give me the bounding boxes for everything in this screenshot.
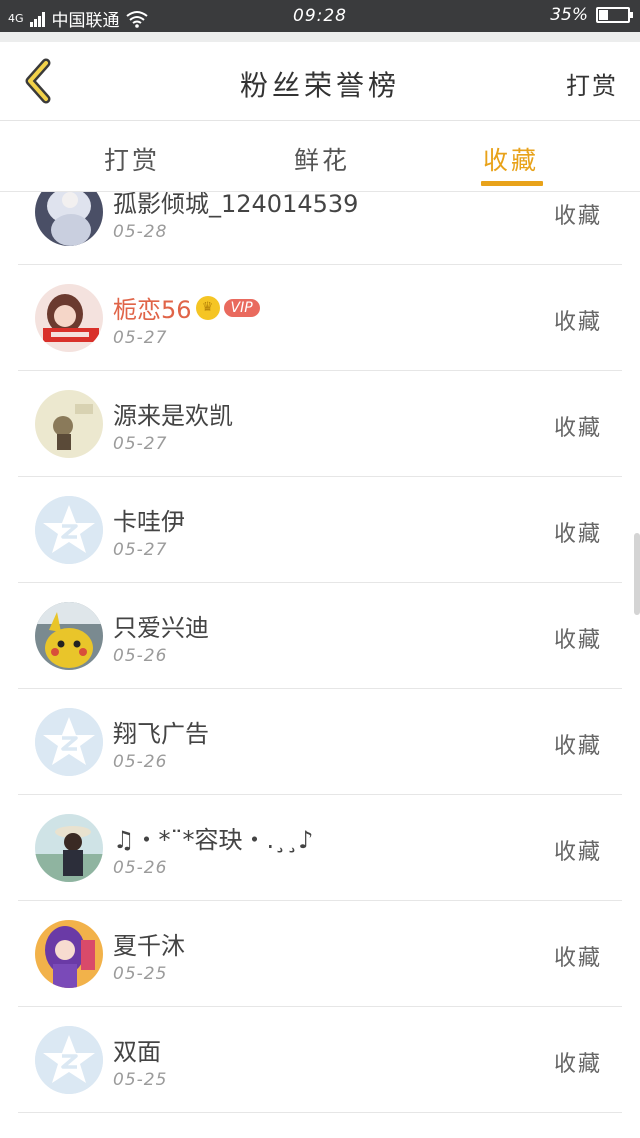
- user-name: 夏千沐: [113, 926, 185, 961]
- entry-action-label: 收藏: [553, 310, 602, 335]
- tab-bar: 打赏 鲜花 收藏: [0, 121, 640, 192]
- list-item[interactable]: 只爱兴迪 05-26 收藏: [18, 583, 622, 689]
- status-bar: 4G 中国联通 09:28 35%: [0, 0, 640, 32]
- fan-list[interactable]: 孤影倾城_124014539 05-28 收藏 栀恋56 ♛ VIP 05-27 收藏 源来是欢…: [0, 192, 640, 1138]
- entry-action-label: 收藏: [553, 628, 602, 653]
- reward-button[interactable]: 打赏: [566, 66, 618, 101]
- fan-list-rows: 孤影倾城_124014539 05-28 收藏 栀恋56 ♛ VIP 05-27 收藏 源来是欢…: [0, 192, 640, 1113]
- tab-flowers[interactable]: 鲜花: [294, 141, 350, 177]
- user-name: 只爱兴迪: [113, 608, 209, 643]
- list-item[interactable]: 双面 05-25 收藏: [18, 1007, 622, 1113]
- user-name-text: 栀恋56: [113, 296, 192, 324]
- avatar[interactable]: [35, 390, 103, 458]
- avatar[interactable]: [35, 708, 103, 776]
- entry-date: 05-25: [113, 964, 168, 984]
- user-name-text: 卡哇伊: [113, 508, 185, 536]
- avatar[interactable]: [35, 284, 103, 352]
- entry-action-label: 收藏: [553, 840, 602, 865]
- entry-action-label: 收藏: [553, 734, 602, 759]
- battery-level: [599, 10, 608, 20]
- list-item[interactable]: 孤影倾城_124014539 05-28 收藏: [18, 192, 622, 265]
- list-item[interactable]: 夏千沐 05-25 收藏: [18, 901, 622, 1007]
- user-name: 孤影倾城_124014539: [113, 192, 358, 219]
- battery-percent: 35%: [550, 5, 588, 25]
- clock: 09:28: [293, 6, 347, 26]
- entry-date: 05-26: [113, 752, 168, 772]
- user-name-text: 源来是欢凯: [113, 402, 233, 430]
- avatar[interactable]: [35, 1026, 103, 1094]
- header-separator: [0, 32, 640, 42]
- avatar[interactable]: [35, 496, 103, 564]
- entry-date: 05-28: [113, 222, 168, 242]
- tab-reward[interactable]: 打赏: [104, 141, 160, 177]
- user-name-text: 只爱兴迪: [113, 614, 209, 642]
- entry-date: 05-27: [113, 434, 168, 454]
- status-right: 35%: [550, 5, 633, 25]
- entry-action-label: 收藏: [553, 522, 602, 547]
- user-name: 栀恋56 ♛ VIP: [113, 290, 260, 325]
- user-name: 双面: [113, 1032, 161, 1067]
- tab-active-indicator: [481, 181, 544, 186]
- avatar[interactable]: [35, 814, 103, 882]
- list-item[interactable]: 源来是欢凯 05-27 收藏: [18, 371, 622, 477]
- user-name: 卡哇伊: [113, 502, 185, 537]
- entry-date: 05-26: [113, 646, 168, 666]
- navigation-bar: 粉丝荣誉榜 打赏: [0, 42, 640, 121]
- user-name: 源来是欢凯: [113, 396, 233, 431]
- vip-badge: VIP: [223, 298, 260, 317]
- crown-icon: ♛: [195, 295, 220, 320]
- entry-date: 05-25: [113, 1070, 168, 1090]
- entry-date: 05-27: [113, 328, 168, 348]
- user-name-text: ♫・*¨*容玦・.¸¸♪: [113, 826, 314, 854]
- user-name: ♫・*¨*容玦・.¸¸♪: [113, 820, 313, 855]
- avatar[interactable]: [35, 920, 103, 988]
- list-item[interactable]: 栀恋56 ♛ VIP 05-27 收藏: [18, 265, 622, 371]
- tab-flowers-label: 鲜花: [294, 146, 351, 175]
- entry-date: 05-27: [113, 540, 168, 560]
- list-item[interactable]: ♫・*¨*容玦・.¸¸♪ 05-26 收藏: [18, 795, 622, 901]
- user-name: 翔飞广告: [113, 714, 209, 749]
- user-name-text: 孤影倾城_124014539: [113, 192, 359, 218]
- list-item[interactable]: 翔飞广告 05-26 收藏: [18, 689, 622, 795]
- user-name-text: 双面: [113, 1038, 161, 1066]
- entry-date: 05-26: [113, 858, 168, 878]
- avatar[interactable]: [35, 192, 103, 246]
- user-name-text: 翔飞广告: [113, 720, 209, 748]
- tab-favorites[interactable]: 收藏: [481, 141, 544, 186]
- entry-action-label: 收藏: [553, 946, 602, 971]
- page-title: 粉丝荣誉榜: [239, 69, 400, 102]
- tab-favorites-label: 收藏: [483, 146, 540, 175]
- entry-action-label: 收藏: [553, 1052, 602, 1077]
- list-item[interactable]: 卡哇伊 05-27 收藏: [18, 477, 622, 583]
- avatar[interactable]: [35, 602, 103, 670]
- tab-reward-label: 打赏: [104, 146, 161, 175]
- entry-action-label: 收藏: [553, 416, 602, 441]
- scrollbar[interactable]: [634, 533, 640, 615]
- user-name-text: 夏千沐: [113, 932, 185, 960]
- battery-icon: [596, 7, 633, 23]
- entry-action-label: 收藏: [553, 204, 602, 229]
